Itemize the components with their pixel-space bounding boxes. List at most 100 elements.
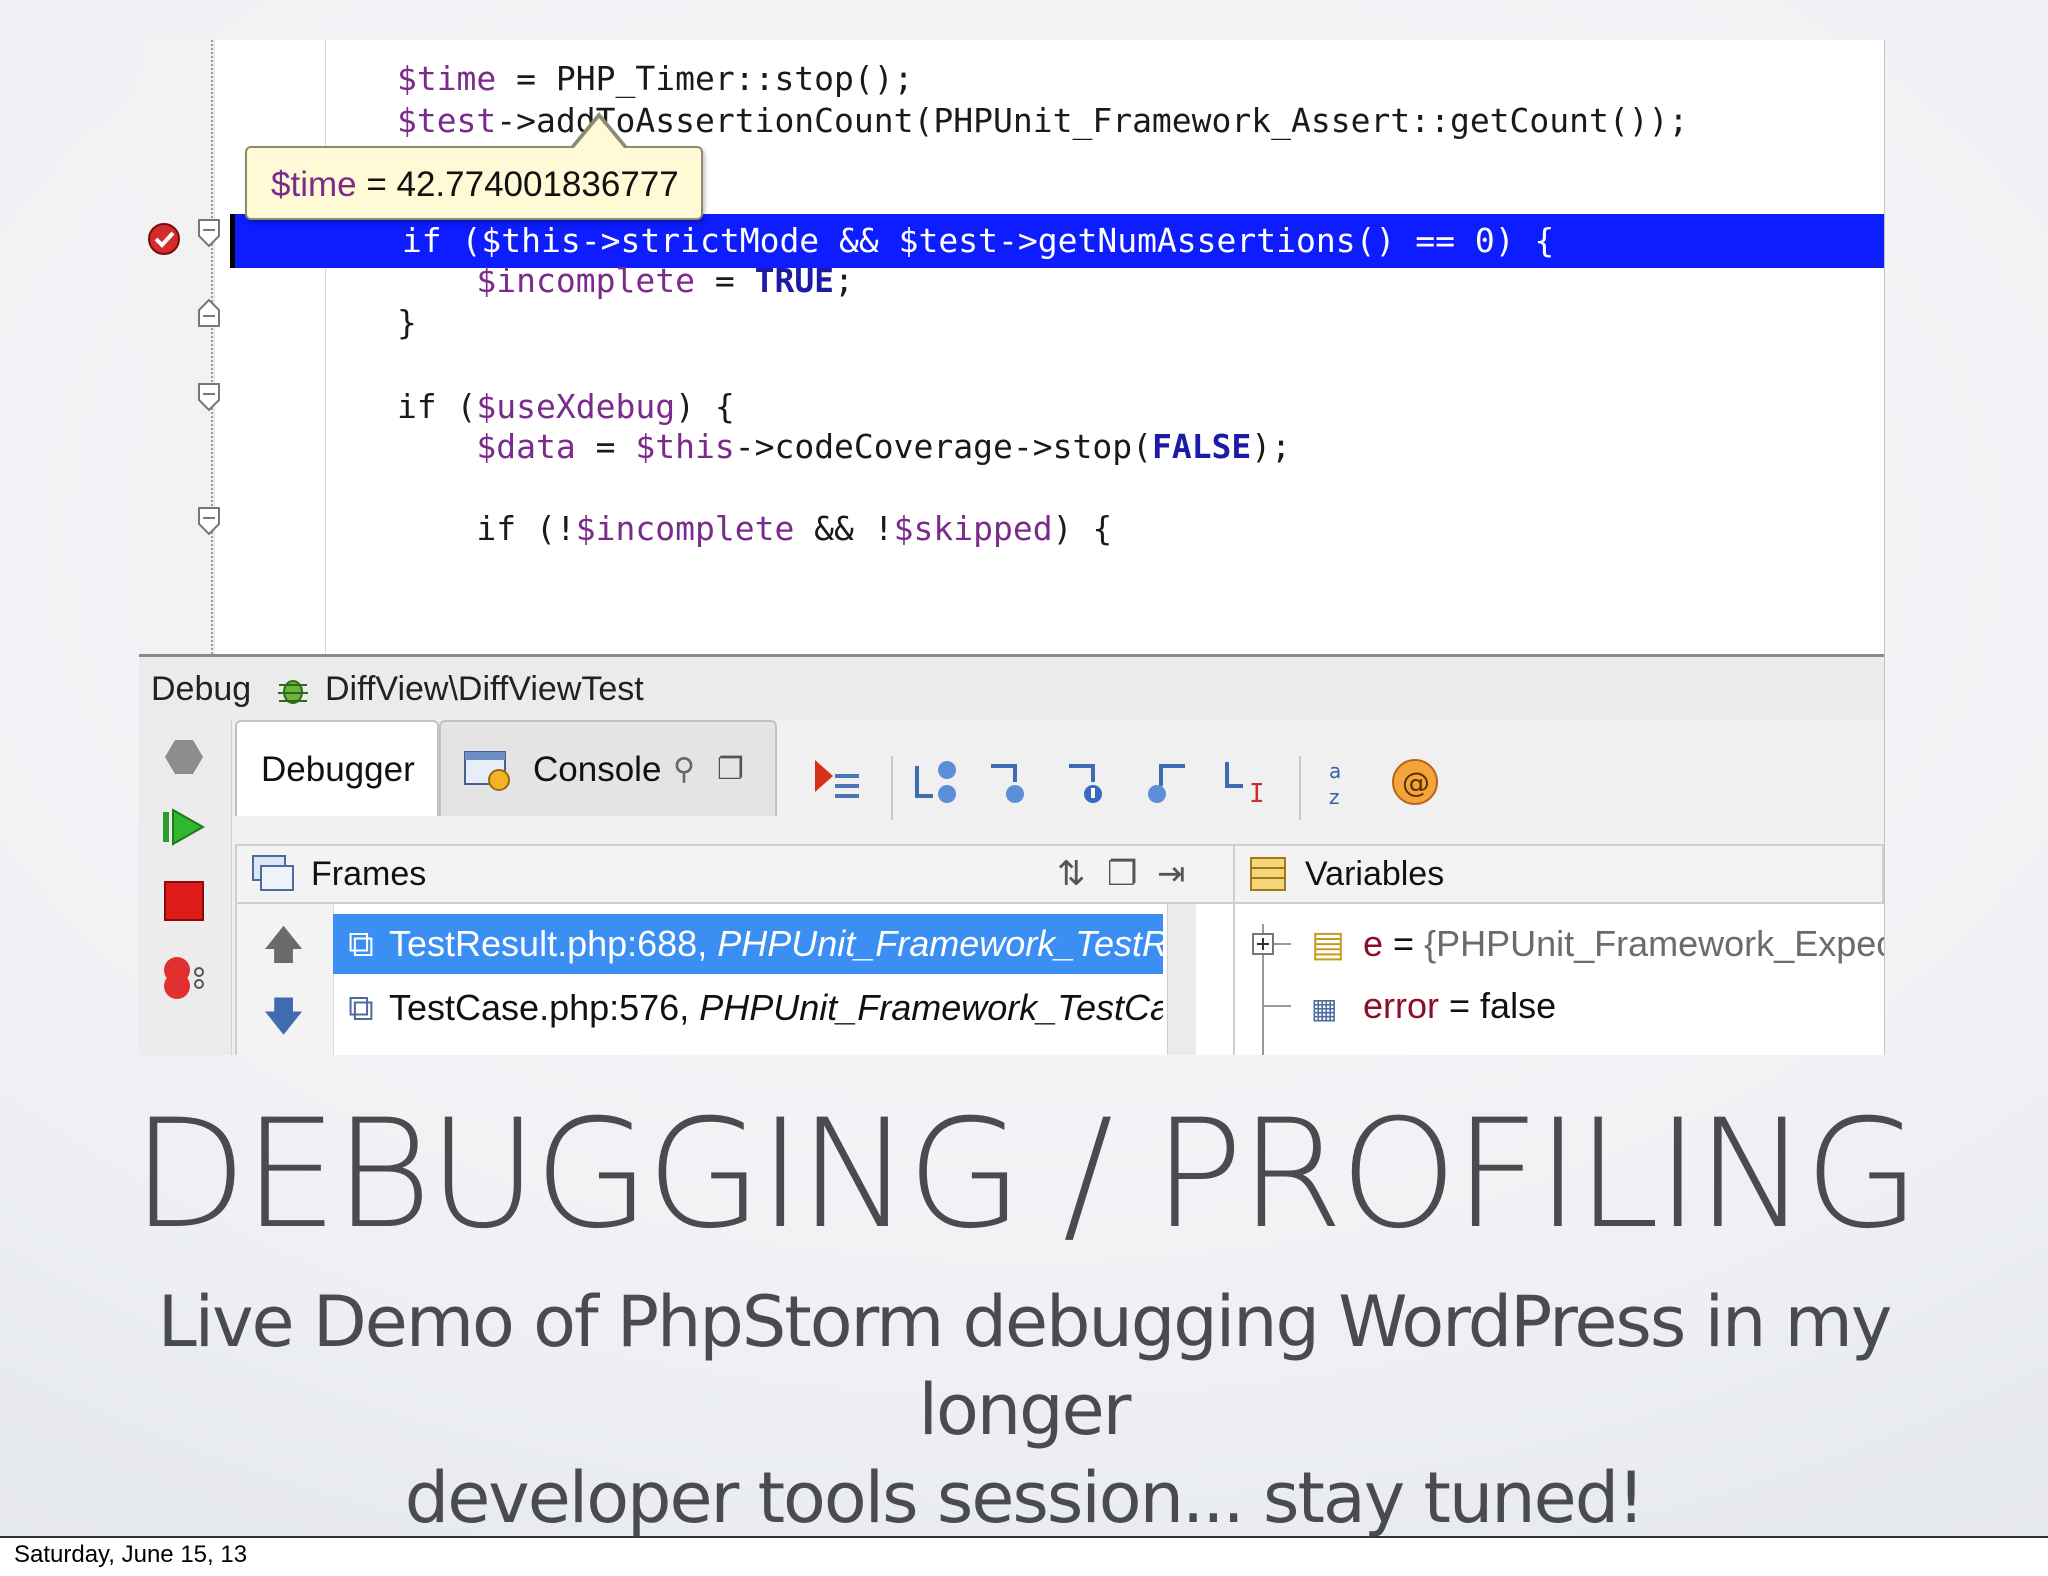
code-text: = PHP_Timer::stop(); bbox=[496, 59, 914, 98]
frame-row[interactable]: ⧉ TestCase.php:576, PHPUnit_Framework_Tes… bbox=[333, 978, 1163, 1038]
code-text: = bbox=[694, 261, 755, 300]
svg-text:I: I bbox=[1249, 779, 1265, 808]
bug-icon bbox=[278, 680, 308, 704]
run-to-cursor-icon[interactable]: I bbox=[1219, 756, 1271, 808]
pin-icon[interactable]: ⚲ bbox=[673, 722, 695, 818]
variables-panel-header: Variables bbox=[1233, 844, 1884, 904]
frame-file: TestCase.php:576, bbox=[389, 987, 700, 1028]
frame-down-icon[interactable]: 🡇 bbox=[263, 988, 304, 1055]
variable-row[interactable]: ▤ e = {PHPUnit_Framework_ExpectationFaile… bbox=[1311, 914, 1884, 974]
code-editor[interactable]: if ($this->strictMode && $test->getNumAs… bbox=[139, 40, 1884, 654]
subtitle-line-2: developer tools session... stay tuned! bbox=[404, 1457, 1645, 1539]
debug-window-header: Debug DiffView\DiffViewTest bbox=[139, 654, 1884, 723]
phpstorm-screenshot: if ($this->strictMode && $test->getNumAs… bbox=[139, 40, 1885, 1055]
fold-icon[interactable] bbox=[197, 506, 221, 536]
variable-name: e bbox=[1363, 923, 1384, 964]
tab-console[interactable]: Console ⚲ ❐ bbox=[439, 720, 777, 816]
value-tooltip: $time = 42.774001836777 bbox=[245, 112, 703, 220]
debug-side-toolbar bbox=[139, 720, 232, 1055]
code-text: ) { bbox=[1052, 509, 1113, 548]
svg-text:@: @ bbox=[1402, 766, 1430, 799]
code-line[interactable]: $data = $this->codeCoverage->stop(FALSE)… bbox=[238, 420, 1291, 474]
code-line[interactable]: $test->addToAssertionCount(PHPUnit_Frame… bbox=[238, 94, 1688, 148]
frames-title: Frames bbox=[311, 855, 427, 893]
debug-label: Debug bbox=[151, 670, 252, 708]
breakpoint-icon[interactable] bbox=[147, 222, 181, 256]
primitive-icon: ▦ bbox=[1311, 993, 1338, 1024]
view-breakpoints-icon[interactable] bbox=[159, 950, 209, 1000]
frames-restore-icon[interactable]: ❐ bbox=[1107, 846, 1137, 902]
frames-panel-header: Frames ⇅ ❐ ⇥ bbox=[235, 844, 1343, 904]
resume-icon[interactable] bbox=[159, 802, 209, 852]
frames-hide-icon[interactable]: ⇥ bbox=[1157, 846, 1186, 902]
slide-title: DEBUGGING / PROFILING bbox=[131, 1088, 1921, 1262]
editor-gutter[interactable] bbox=[139, 40, 215, 654]
code-line[interactable]: if (!$incomplete && !$skipped) { bbox=[238, 502, 1112, 556]
code-keyword: FALSE bbox=[1151, 427, 1252, 466]
variable-value: {PHPUnit_Framework_ExpectationFailedExce… bbox=[1424, 923, 1884, 964]
step-out-icon[interactable] bbox=[1141, 756, 1193, 808]
frames-icon bbox=[252, 855, 294, 891]
code-variable: $test bbox=[898, 221, 998, 260]
variable-name: error bbox=[1363, 985, 1440, 1026]
slide-footer-date: Saturday, June 15, 13 bbox=[14, 1541, 248, 1568]
frame-class: PHPUnit_Framework_TestResult bbox=[717, 923, 1163, 964]
rerun-icon[interactable] bbox=[159, 732, 209, 782]
tooltip-value: = 42.774001836777 bbox=[356, 165, 679, 204]
frames-scrollbar[interactable] bbox=[1167, 904, 1196, 1055]
tab-debugger-label: Debugger bbox=[261, 750, 415, 789]
slide: if ($this->strictMode && $test->getNumAs… bbox=[0, 0, 2048, 1539]
watch-icon[interactable]: @ bbox=[1389, 756, 1441, 808]
tab-console-label: Console bbox=[533, 750, 662, 789]
debug-panel: Debugger Console ⚲ ❐ I az @ Frames ⇅ ❐ ⇥… bbox=[139, 720, 1884, 1055]
code-text: ); bbox=[1251, 427, 1292, 466]
tooltip-pointer-fill bbox=[574, 118, 624, 148]
debug-session-name[interactable]: DiffView\DiffViewTest bbox=[325, 657, 644, 721]
sort-alphabetically-icon[interactable]: az bbox=[1317, 756, 1369, 808]
variable-row[interactable]: ▦ error = false bbox=[1311, 976, 1556, 1036]
code-text: && ! bbox=[794, 509, 894, 548]
tab-debugger[interactable]: Debugger bbox=[235, 720, 439, 816]
variables-title: Variables bbox=[1305, 855, 1445, 893]
gutter-divider bbox=[211, 40, 213, 654]
code-text: ; bbox=[834, 261, 854, 300]
fold-icon[interactable] bbox=[197, 218, 221, 248]
code-variable: $data bbox=[476, 427, 576, 466]
frame-row[interactable]: ⧉ TestResult.php:688, PHPUnit_Framework_T… bbox=[333, 914, 1163, 974]
code-variable: $incomplete bbox=[575, 509, 795, 548]
fold-end-icon[interactable] bbox=[197, 298, 221, 328]
step-into-icon[interactable] bbox=[985, 756, 1037, 808]
svg-text:a: a bbox=[1329, 759, 1341, 783]
frame-icon: ⧉ bbox=[348, 923, 374, 964]
code-text: ->getNumAssertions() == 0) { bbox=[998, 221, 1555, 260]
show-execution-point-icon[interactable] bbox=[811, 756, 863, 808]
stop-icon[interactable] bbox=[159, 876, 209, 926]
variable-equals: = bbox=[1439, 985, 1481, 1026]
code-variable: $this bbox=[635, 427, 735, 466]
force-step-into-icon[interactable] bbox=[1063, 756, 1115, 808]
code-variable: $test bbox=[396, 101, 497, 140]
step-over-icon[interactable] bbox=[909, 756, 961, 808]
code-variable: $time bbox=[396, 59, 497, 98]
slide-subtitle: Live Demo of PhpStorm debugging WordPres… bbox=[60, 1278, 1988, 1542]
restore-icon[interactable]: ❐ bbox=[717, 722, 744, 818]
code-text: if (! bbox=[238, 509, 576, 548]
variables-list: ▤ e = {PHPUnit_Framework_ExpectationFaile… bbox=[1233, 904, 1884, 1055]
console-icon bbox=[464, 751, 510, 791]
frame-class: PHPUnit_Framework_TestCase bbox=[699, 987, 1163, 1028]
frame-up-icon[interactable]: 🡅 bbox=[263, 916, 304, 984]
frame-file: TestResult.php:688, bbox=[389, 923, 718, 964]
object-icon: ▤ bbox=[1311, 923, 1346, 964]
variable-equals: = bbox=[1383, 923, 1425, 964]
code-variable: $skipped bbox=[893, 509, 1053, 548]
code-line[interactable]: } bbox=[238, 296, 417, 350]
toolbar-separator bbox=[1299, 756, 1301, 820]
code-text: } bbox=[238, 303, 417, 342]
variables-icon bbox=[1250, 857, 1286, 891]
frames-option-icon[interactable]: ⇅ bbox=[1057, 846, 1086, 902]
fold-icon[interactable] bbox=[197, 382, 221, 412]
